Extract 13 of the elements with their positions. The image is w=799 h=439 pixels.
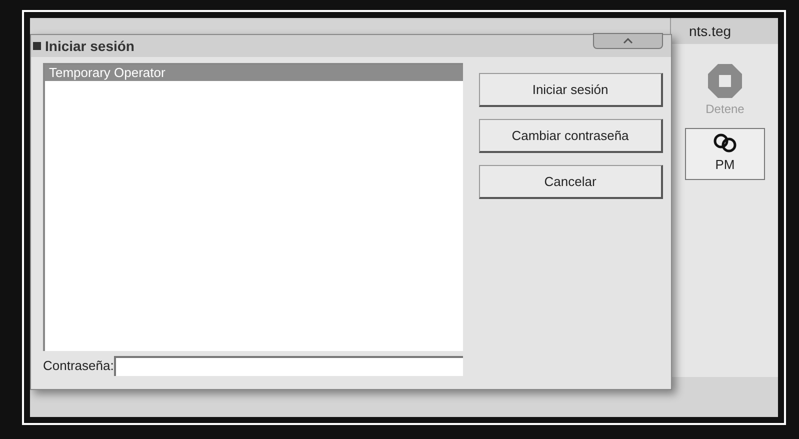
stop-octagon-icon (708, 64, 742, 98)
caret-icon (623, 38, 633, 44)
close-button[interactable] (593, 33, 663, 49)
dialog-button[interactable]: Cancelar (478, 165, 663, 199)
toolbar-button[interactable]: PM (685, 128, 765, 180)
password-field[interactable] (114, 356, 463, 376)
password-label: Contraseña: (43, 357, 114, 376)
window-title: nts.teg (689, 22, 732, 41)
dialog-button[interactable]: Iniciar sesión (478, 73, 663, 107)
window-icon (33, 42, 41, 50)
gears-icon (712, 133, 738, 153)
dialog-title: Iniciar sesión (45, 36, 134, 56)
dialog-button[interactable]: Cambiar contraseña (478, 119, 663, 153)
